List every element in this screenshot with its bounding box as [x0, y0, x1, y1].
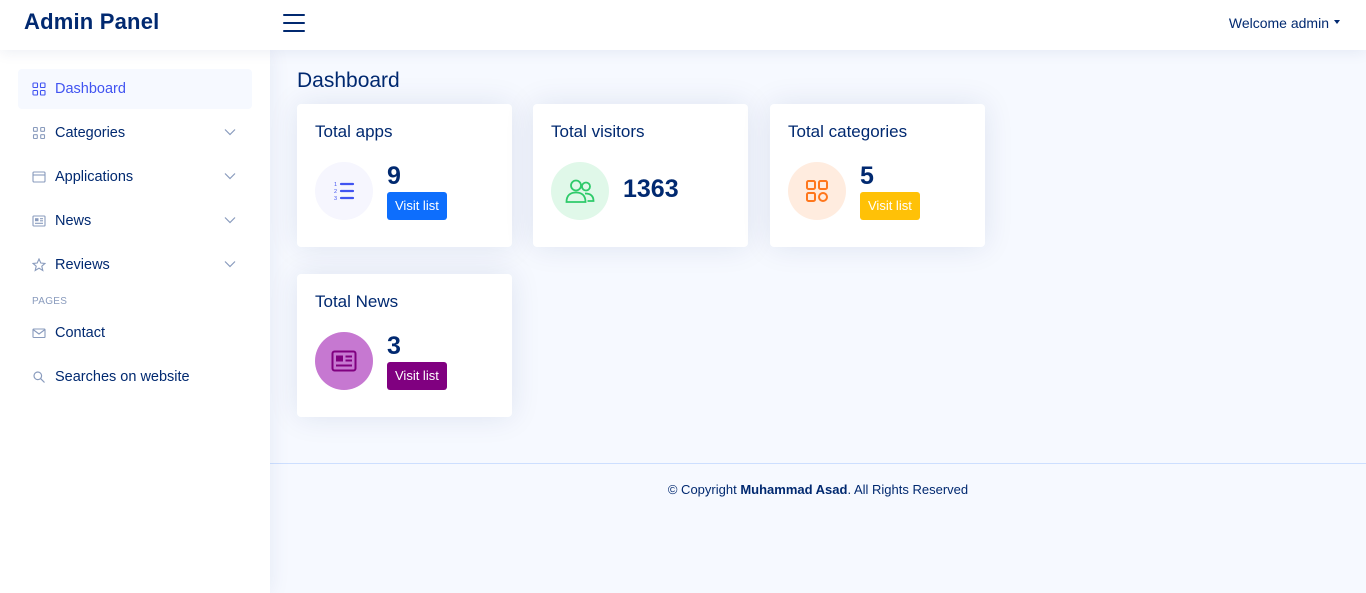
- chevron-down-icon: [224, 173, 236, 180]
- card-total-categories: Total categories 5 Visit list: [770, 104, 985, 247]
- sidebar-item-categories[interactable]: Categories: [18, 113, 252, 153]
- grid-icon: [32, 82, 46, 96]
- logo[interactable]: Admin Panel: [24, 9, 159, 35]
- sidebar-item-dashboard[interactable]: Dashboard: [18, 69, 252, 109]
- card-value: 9: [387, 162, 401, 190]
- star-icon: [32, 258, 46, 272]
- sidebar: Dashboard Categories Applications News R…: [0, 50, 270, 593]
- sidebar-item-news[interactable]: News: [18, 201, 252, 241]
- sidebar-heading-pages: PAGES: [32, 296, 68, 307]
- sidebar-item-label: Dashboard: [55, 81, 126, 97]
- card-title: Total apps: [315, 122, 393, 141]
- card-value: 5: [860, 162, 874, 190]
- card-icon-circle: [788, 162, 846, 220]
- menu-toggle-icon[interactable]: [283, 14, 305, 34]
- sidebar-item-contact[interactable]: Contact: [18, 313, 252, 353]
- svg-text:1: 1: [334, 182, 337, 188]
- sidebar-item-label: Searches on website: [55, 369, 190, 385]
- search-icon: [33, 371, 45, 383]
- window-icon: [32, 171, 46, 183]
- chevron-down-icon: [224, 129, 236, 136]
- sidebar-item-label: Applications: [55, 169, 134, 185]
- svg-text:2: 2: [334, 189, 337, 195]
- card-total-apps: Total apps 123 9 Visit list: [297, 104, 512, 247]
- sidebar-item-label: News: [55, 213, 92, 229]
- grid-icon: [806, 180, 828, 202]
- sidebar-item-label: Contact: [55, 325, 105, 341]
- visit-list-button[interactable]: Visit list: [387, 362, 447, 390]
- header: Admin Panel Welcome admin: [0, 0, 1366, 50]
- caret-down-icon: [1334, 20, 1340, 25]
- sidebar-item-applications[interactable]: Applications: [18, 157, 252, 197]
- grid-icon: [32, 126, 46, 140]
- card-total-news: Total News 3 Visit list: [297, 274, 512, 417]
- user-dropdown[interactable]: Welcome admin: [1229, 15, 1340, 31]
- sidebar-item-searches[interactable]: Searches on website: [18, 357, 252, 397]
- footer-divider: [270, 463, 1366, 464]
- card-icon-circle: [315, 332, 373, 390]
- newspaper-icon: [331, 350, 357, 372]
- copyright-suffix: . All Rights Reserved: [847, 482, 969, 497]
- copyright-author: Muhammad Asad: [740, 482, 848, 497]
- card-title: Total visitors: [551, 122, 645, 141]
- card-value: 3: [387, 332, 401, 360]
- welcome-label: Welcome admin: [1228, 15, 1329, 31]
- card-icon-circle: [551, 162, 609, 220]
- card-title: Total News: [315, 292, 399, 311]
- visit-list-button[interactable]: Visit list: [387, 192, 447, 220]
- visit-list-button[interactable]: Visit list: [860, 192, 920, 220]
- sidebar-item-reviews[interactable]: Reviews: [18, 245, 252, 285]
- sidebar-item-label: Categories: [55, 125, 126, 141]
- card-value: 1363: [623, 175, 679, 203]
- envelope-icon: [32, 328, 46, 339]
- page-title: Dashboard: [297, 69, 400, 92]
- card-icon-circle: 123: [315, 162, 373, 220]
- newspaper-icon: [32, 215, 46, 227]
- list-ol-icon: 123: [334, 182, 355, 202]
- sidebar-item-label: Reviews: [55, 257, 110, 273]
- card-title: Total categories: [788, 122, 908, 141]
- svg-text:3: 3: [334, 196, 337, 202]
- chevron-down-icon: [224, 217, 236, 224]
- card-total-visitors: Total visitors 1363: [533, 104, 748, 247]
- chevron-down-icon: [224, 261, 236, 268]
- footer: © Copyright Muhammad Asad. All Rights Re…: [270, 482, 1366, 497]
- copyright-prefix: © Copyright: [667, 482, 741, 497]
- people-icon: [565, 179, 595, 203]
